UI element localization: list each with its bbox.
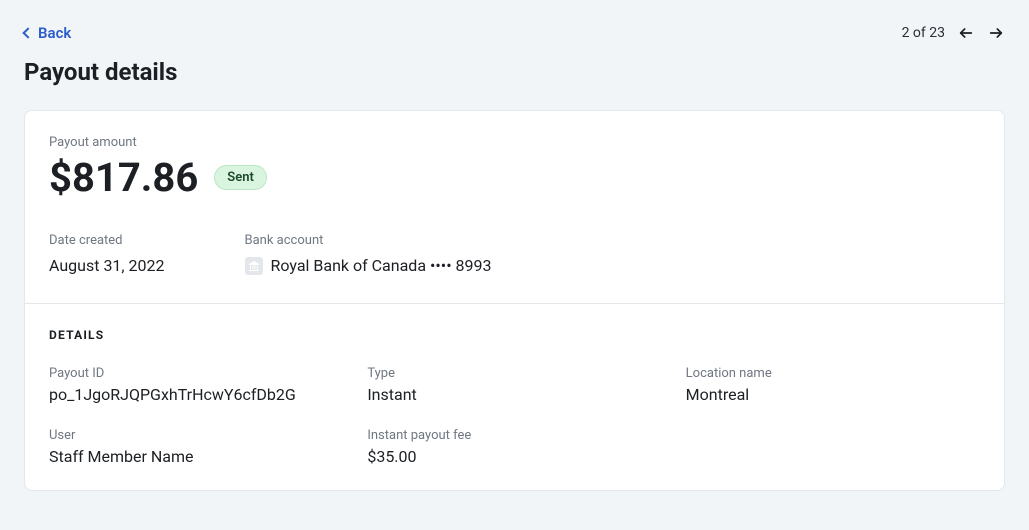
prev-button[interactable] xyxy=(957,24,975,42)
page-title: Payout details xyxy=(24,58,1005,86)
detail-value: $35.00 xyxy=(367,447,661,466)
detail-value: Instant xyxy=(367,385,661,404)
date-created: Date created August 31, 2022 xyxy=(49,233,165,275)
detail-label: Payout ID xyxy=(49,366,343,381)
detail-value: Montreal xyxy=(686,385,980,404)
status-badge: Sent xyxy=(214,165,267,190)
next-button[interactable] xyxy=(987,24,1005,42)
bank-account: Bank account Royal Bank of Canada •••• 8… xyxy=(245,233,492,275)
detail-location: Location name Montreal xyxy=(686,366,980,404)
detail-value: po_1JgoRJQPGxhTrHcwY6cfDb2G xyxy=(49,385,343,404)
summary-section: Payout amount $817.86 Sent Date created … xyxy=(25,111,1004,303)
top-bar: Back 2 of 23 xyxy=(24,24,1005,42)
detail-user: User Staff Member Name xyxy=(49,428,343,466)
detail-fee: Instant payout fee $35.00 xyxy=(367,428,661,466)
pagination: 2 of 23 xyxy=(902,24,1005,42)
back-link[interactable]: Back xyxy=(24,24,71,42)
date-created-label: Date created xyxy=(49,233,165,248)
detail-value: Staff Member Name xyxy=(49,447,343,466)
payout-card: Payout amount $817.86 Sent Date created … xyxy=(24,110,1005,491)
detail-label: Instant payout fee xyxy=(367,428,661,443)
detail-label: Location name xyxy=(686,366,980,381)
detail-label: Type xyxy=(367,366,661,381)
date-created-value: August 31, 2022 xyxy=(49,256,165,275)
payout-amount: $817.86 xyxy=(49,154,198,201)
back-label: Back xyxy=(38,24,71,42)
amount-label: Payout amount xyxy=(49,135,980,150)
chevron-left-icon xyxy=(22,27,33,38)
detail-label: User xyxy=(49,428,343,443)
pagination-text: 2 of 23 xyxy=(902,25,945,41)
detail-payout-id: Payout ID po_1JgoRJQPGxhTrHcwY6cfDb2G xyxy=(49,366,343,404)
arrow-right-icon xyxy=(988,25,1004,41)
meta-row: Date created August 31, 2022 Bank accoun… xyxy=(49,233,980,275)
arrow-left-icon xyxy=(958,25,974,41)
bank-account-row: Royal Bank of Canada •••• 8993 xyxy=(245,256,492,275)
bank-icon xyxy=(245,257,263,275)
amount-row: $817.86 Sent xyxy=(49,154,980,201)
detail-type: Type Instant xyxy=(367,366,661,404)
bank-account-label: Bank account xyxy=(245,233,492,248)
details-heading: DETAILS xyxy=(49,328,980,342)
bank-account-value: Royal Bank of Canada •••• 8993 xyxy=(271,256,492,275)
details-section: DETAILS Payout ID po_1JgoRJQPGxhTrHcwY6c… xyxy=(25,304,1004,490)
details-grid: Payout ID po_1JgoRJQPGxhTrHcwY6cfDb2G Ty… xyxy=(49,366,980,466)
